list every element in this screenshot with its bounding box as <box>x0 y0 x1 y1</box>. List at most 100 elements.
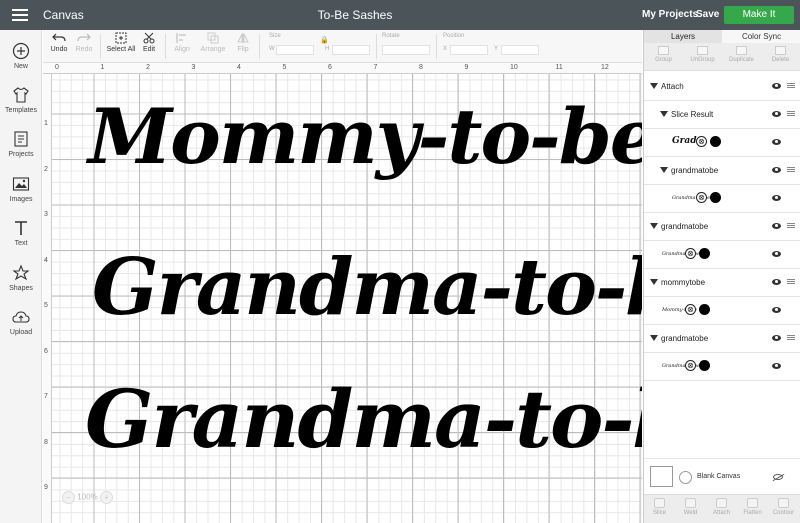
eye-icon[interactable] <box>772 363 781 369</box>
cut-operation-icon[interactable]: ⊗ <box>685 304 696 315</box>
ungroup-label: UnGroup <box>690 57 715 63</box>
eye-icon[interactable] <box>772 139 781 145</box>
layer-group-slice-result[interactable]: Slice Result <box>644 101 800 129</box>
my-projects-link[interactable]: My Projects <box>642 9 698 20</box>
eye-icon[interactable] <box>772 195 781 201</box>
ruler-tick-label: 6 <box>44 347 48 355</box>
eye-icon[interactable] <box>772 83 781 89</box>
redo-button[interactable]: Redo <box>75 32 93 53</box>
drag-handle-icon[interactable] <box>787 279 795 284</box>
eye-icon[interactable] <box>772 223 781 229</box>
design-canvas[interactable]: Mommy-to-be Grandma-to-be Grandma-to-be <box>52 74 642 523</box>
make-it-button[interactable]: Make It <box>724 6 794 24</box>
save-button[interactable]: Save <box>696 9 719 20</box>
tab-color-sync[interactable]: Color Sync <box>722 30 800 43</box>
lock-icon[interactable]: 🔒 <box>320 36 329 44</box>
drag-handle-icon[interactable] <box>787 335 795 340</box>
weld-button[interactable]: Weld <box>675 498 706 516</box>
eye-icon[interactable] <box>772 111 781 117</box>
rotate-field[interactable] <box>382 45 430 55</box>
layer-item[interactable]: Grandma-to-be ⊗ <box>644 241 800 269</box>
height-field[interactable] <box>332 45 370 55</box>
eye-icon[interactable] <box>772 279 781 285</box>
color-swatch[interactable] <box>699 304 710 315</box>
left-ruler: 1 2 3 4 5 6 7 8 9 <box>43 74 52 523</box>
sidebar-item-templates[interactable]: Templates <box>0 86 42 114</box>
drag-handle-icon[interactable] <box>787 223 795 228</box>
color-swatch[interactable] <box>710 192 721 203</box>
eye-icon[interactable] <box>772 251 781 257</box>
delete-button[interactable]: Delete <box>761 46 800 63</box>
y-position-field[interactable] <box>501 45 539 55</box>
sidebar-item-new[interactable]: New <box>0 42 42 70</box>
slice-icon <box>654 498 665 508</box>
eye-icon[interactable] <box>772 307 781 313</box>
caret-down-icon[interactable] <box>660 111 668 117</box>
eye-icon[interactable] <box>772 167 781 173</box>
caret-down-icon[interactable] <box>650 335 658 341</box>
x-position-field[interactable] <box>450 45 488 55</box>
sidebar-item-upload[interactable]: Upload <box>0 308 42 336</box>
layer-group-grandmatobe[interactable]: grandmatobe <box>644 325 800 353</box>
cut-operation-icon[interactable]: ⊗ <box>696 136 707 147</box>
ungroup-button[interactable]: UnGroup <box>683 46 722 63</box>
zoom-in-button[interactable]: + <box>99 491 113 504</box>
sidebar-label: Projects <box>8 151 34 158</box>
design-text-grandma-to-be[interactable]: Grandma-to-be <box>92 242 642 333</box>
sidebar-item-projects[interactable]: Projects <box>0 130 42 158</box>
undo-button[interactable]: Undo <box>50 32 68 53</box>
left-sidebar: New Templates Projects Images Text Shape… <box>0 30 42 523</box>
design-text-mommy-to-be[interactable]: Mommy-to-be <box>88 92 642 181</box>
zoom-out-button[interactable]: − <box>62 491 75 504</box>
redo-label: Redo <box>75 46 93 53</box>
contour-button[interactable]: Contour <box>768 498 799 516</box>
edit-menu-button[interactable]: Edit <box>138 32 160 53</box>
eye-icon[interactable] <box>772 335 781 341</box>
caret-down-icon[interactable] <box>650 83 658 89</box>
design-text-grandma-to-be[interactable]: Grandma-to-be <box>85 372 642 466</box>
color-swatch[interactable] <box>699 248 710 259</box>
slice-button[interactable]: Slice <box>644 498 675 516</box>
duplicate-button[interactable]: Duplicate <box>722 46 761 63</box>
layer-item[interactable]: Grandma-to-be ⊗ <box>644 185 800 213</box>
caret-down-icon[interactable] <box>660 167 668 173</box>
flip-button[interactable]: Flip <box>233 32 253 53</box>
sidebar-item-shapes[interactable]: Shapes <box>0 264 42 292</box>
width-field[interactable] <box>276 45 314 55</box>
caret-down-icon[interactable] <box>650 223 658 229</box>
layer-group-mommytobe[interactable]: mommytobe <box>644 269 800 297</box>
layer-item[interactable]: Mommy-to-be ⊗ <box>644 297 800 325</box>
layer-group-attach[interactable]: Attach <box>644 73 800 101</box>
drag-handle-icon[interactable] <box>787 111 795 116</box>
tab-layers[interactable]: Layers <box>644 30 722 43</box>
color-swatch[interactable] <box>710 136 721 147</box>
flatten-button[interactable]: Flatten <box>737 498 768 516</box>
ruler-tick-label: 12 <box>601 64 609 71</box>
sidebar-item-images[interactable]: Images <box>0 175 42 203</box>
sidebar-item-text[interactable]: Text <box>0 219 42 247</box>
color-swatch[interactable] <box>699 360 710 371</box>
drag-handle-icon[interactable] <box>787 167 795 172</box>
cut-operation-icon[interactable]: ⊗ <box>685 248 696 259</box>
layer-item[interactable]: Grandma-to-be ⊗ <box>644 353 800 381</box>
cut-operation-icon[interactable]: ⊗ <box>696 192 707 203</box>
caret-down-icon[interactable] <box>650 279 658 285</box>
canvas-color-swatch[interactable] <box>679 471 692 484</box>
layer-group-grandmatobe[interactable]: grandmatobe <box>644 157 800 185</box>
position-label: Position <box>443 33 465 39</box>
cut-operation-icon[interactable]: ⊗ <box>685 360 696 371</box>
attach-button[interactable]: Attach <box>706 498 737 516</box>
select-all-button[interactable]: Select All <box>106 32 136 53</box>
hidden-eye-icon[interactable] <box>773 474 783 480</box>
weld-icon <box>685 498 696 508</box>
align-button[interactable]: Align <box>171 32 193 53</box>
ruler-tick-label: 5 <box>44 302 48 309</box>
layer-group-grandmatobe[interactable]: grandmatobe <box>644 213 800 241</box>
drag-handle-icon[interactable] <box>787 83 795 88</box>
edit-label: Edit <box>142 46 156 53</box>
layer-label: grandmatobe <box>661 222 709 231</box>
layer-item[interactable]: Grad ⊗ <box>644 129 800 157</box>
arrange-button[interactable]: Arrange <box>199 32 227 53</box>
group-button[interactable]: Group <box>644 46 683 63</box>
duplicate-label: Duplicate <box>728 57 754 63</box>
